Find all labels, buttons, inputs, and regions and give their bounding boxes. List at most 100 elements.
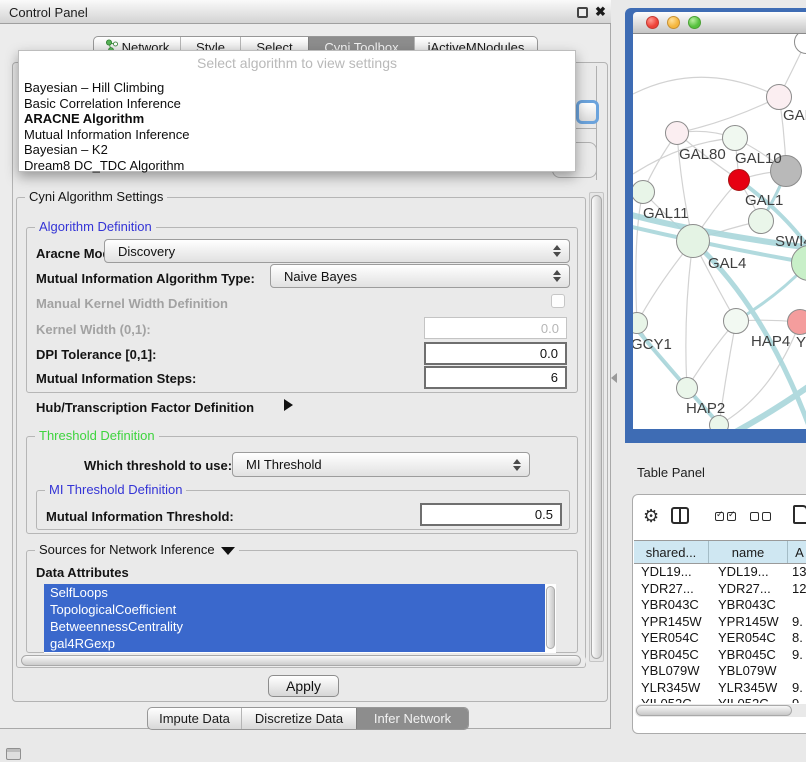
table-row[interactable]: YBL079W YBL079W: [634, 663, 806, 680]
which-threshold-label: Which threshold to use:: [84, 458, 232, 473]
network-window-titlebar[interactable]: [633, 12, 806, 34]
settings-horizontal-scrollbar[interactable]: [20, 654, 586, 667]
settings-vertical-scrollbar[interactable]: [589, 192, 604, 662]
table-panel: ⚙ shared... name A YDL19... YDL19... 13 …: [632, 494, 806, 734]
column-header[interactable]: shared...: [634, 541, 709, 563]
float-panel-icon[interactable]: [577, 7, 588, 18]
aracne-mode-combobox[interactable]: Discovery: [104, 239, 570, 263]
column-header[interactable]: A: [788, 541, 806, 563]
network-node[interactable]: [665, 121, 689, 145]
kernel-width-label: Kernel Width (0,1):: [36, 322, 151, 337]
document-icon[interactable]: [793, 505, 806, 524]
threshold-definition-title: Threshold Definition: [35, 428, 159, 443]
list-vertical-scrollbar[interactable]: [546, 586, 555, 649]
tab-impute-data[interactable]: Impute Data: [148, 708, 241, 729]
splitter-collapse-icon[interactable]: [611, 373, 617, 383]
which-threshold-combobox[interactable]: MI Threshold: [232, 452, 530, 477]
network-node[interactable]: [722, 125, 748, 151]
combo-arrows-icon: [553, 245, 561, 257]
table-row[interactable]: YIL052C YIL052C 9: [634, 696, 806, 703]
table-body[interactable]: YDL19... YDL19... 13 YDR27... YDR27... 1…: [634, 564, 806, 703]
mi-algorithm-type-label: Mutual Information Algorithm Type:: [36, 271, 255, 286]
network-node[interactable]: [748, 208, 774, 234]
dpi-tolerance-field[interactable]: 0.0: [424, 342, 567, 365]
list-item[interactable]: TopologicalCoefficient: [44, 601, 545, 618]
table-header-row: shared... name A: [634, 540, 806, 564]
node-label: GAL1: [745, 192, 783, 209]
table-horizontal-scrollbar[interactable]: [635, 704, 806, 717]
list-item[interactable]: BetweennessCentrality: [44, 618, 545, 635]
network-node[interactable]: [676, 224, 710, 258]
gear-icon[interactable]: ⚙: [643, 506, 659, 527]
control-panel-title: Control Panel: [9, 5, 88, 20]
node-label: HAP2: [686, 400, 725, 417]
scrollbar-thumb[interactable]: [21, 655, 581, 666]
mi-algorithm-type-combobox[interactable]: Naive Bayes: [270, 264, 570, 288]
table-row[interactable]: YDR27... YDR27... 12: [634, 581, 806, 598]
node-label: SWI4: [775, 233, 806, 250]
node-label: GAL10: [735, 150, 782, 167]
minimized-window-icon[interactable]: [6, 748, 21, 760]
mi-steps-field[interactable]: 6: [424, 366, 567, 389]
menu-item[interactable]: Bayesian – Hill Climbing: [19, 80, 575, 96]
kernel-width-field[interactable]: 0.0: [424, 317, 567, 339]
menu-item[interactable]: Dream8 DC_TDC Algorithm: [19, 158, 575, 174]
columns-icon[interactable]: [671, 507, 689, 524]
combo-arrows-icon: [513, 459, 521, 471]
network-node[interactable]: [709, 415, 729, 429]
cyni-algorithm-settings-title: Cyni Algorithm Settings: [25, 189, 167, 204]
menu-item[interactable]: Mutual Information Inference: [19, 127, 575, 143]
deselect-all-checkboxes-icon[interactable]: [750, 512, 771, 521]
hub-definition-expander-label[interactable]: Hub/Transcription Factor Definition: [36, 400, 254, 415]
menu-item[interactable]: Basic Correlation Inference: [19, 96, 575, 112]
bottom-tabbar: Impute Data Discretize Data Infer Networ…: [147, 707, 469, 730]
node-label: GAL: [783, 107, 806, 124]
zoom-window-icon[interactable]: [688, 16, 701, 29]
table-panel-title: Table Panel: [637, 465, 705, 480]
network-node[interactable]: [787, 309, 806, 335]
manual-kernel-width-label: Manual Kernel Width Definition: [36, 296, 228, 311]
close-panel-icon[interactable]: ✖: [595, 4, 606, 20]
table-row[interactable]: YDL19... YDL19... 13: [634, 564, 806, 581]
data-attributes-label: Data Attributes: [36, 565, 129, 580]
expander-arrow-icon[interactable]: [284, 399, 293, 411]
hidden-groupbox-line: [576, 128, 597, 129]
data-attributes-list[interactable]: SelfLoops TopologicalCoefficient Between…: [44, 584, 556, 653]
menu-item[interactable]: ARACNE Algorithm: [19, 111, 575, 127]
table-row[interactable]: YER054C YER054C 8.: [634, 630, 806, 647]
network-node-selected[interactable]: [728, 169, 750, 191]
manual-kernel-width-checkbox[interactable]: [551, 294, 565, 308]
combo-arrows-icon: [553, 270, 561, 282]
network-node[interactable]: [676, 377, 698, 399]
scrollbar-thumb[interactable]: [591, 195, 602, 659]
algorithm-definition-title: Algorithm Definition: [35, 219, 156, 234]
collapse-arrow-icon: [221, 547, 235, 555]
scrollbar-thumb[interactable]: [636, 705, 792, 716]
table-row[interactable]: YPR145W YPR145W 9.: [634, 614, 806, 631]
mi-steps-label: Mutual Information Steps:: [36, 371, 196, 386]
select-all-checkboxes-icon[interactable]: [715, 512, 736, 521]
column-header[interactable]: name: [709, 541, 788, 563]
algorithm-combo-placeholder[interactable]: Select algorithm to view settings: [19, 55, 575, 71]
mi-threshold-field[interactable]: 0.5: [420, 503, 562, 526]
tab-discretize-data[interactable]: Discretize Data: [241, 708, 356, 729]
list-item[interactable]: SelfLoops: [44, 584, 545, 601]
network-node[interactable]: [723, 308, 749, 334]
network-canvas[interactable]: GAL GAL80 GAL10 GAL1 GAL11 SWI4 GAL4 GCY…: [633, 34, 806, 429]
node-label: GAL4: [708, 255, 746, 272]
control-panel-titlebar: Control Panel ✖: [0, 0, 611, 24]
node-label: GCY1: [633, 336, 672, 353]
menu-item[interactable]: Bayesian – K2: [19, 142, 575, 158]
table-row[interactable]: YBR043C YBR043C: [634, 597, 806, 614]
close-window-icon[interactable]: [646, 16, 659, 29]
minimize-window-icon[interactable]: [667, 16, 680, 29]
list-item[interactable]: gal4RGexp: [44, 635, 545, 652]
hidden-focused-combo-arrow: [576, 100, 599, 124]
table-row[interactable]: YLR345W YLR345W 9.: [634, 680, 806, 697]
sources-group-title[interactable]: Sources for Network Inference: [35, 542, 239, 557]
screen: Control Panel ✖ Network Style Select: [0, 0, 806, 762]
apply-button[interactable]: Apply: [268, 675, 339, 697]
table-row[interactable]: YBR045C YBR045C 9.: [634, 647, 806, 664]
tab-infer-network[interactable]: Infer Network: [356, 708, 468, 729]
node-label: GAL11: [643, 205, 689, 222]
